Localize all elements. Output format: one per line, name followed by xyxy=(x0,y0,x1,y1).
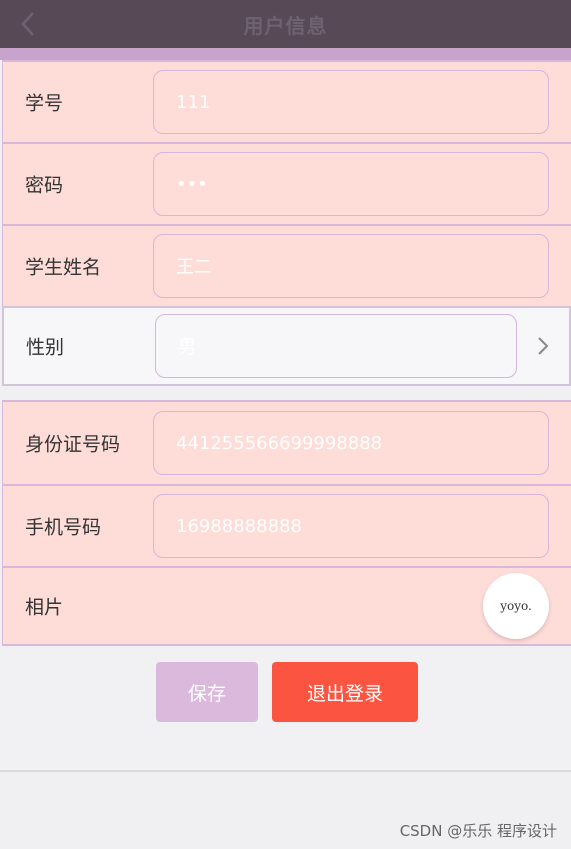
accent-bar xyxy=(0,48,571,60)
student-id-label: 学号 xyxy=(25,92,64,115)
row-photo: 相片 yoyo. xyxy=(2,566,571,646)
row-password: 密码 ••• xyxy=(2,142,571,224)
password-label: 密码 xyxy=(25,174,64,197)
watermark: CSDN @乐乐 程序设计 xyxy=(399,822,557,840)
password-input[interactable]: ••• xyxy=(153,152,549,216)
top-bar: 用户信息 xyxy=(0,0,571,48)
save-button[interactable]: 保存 xyxy=(156,662,258,722)
row-gender[interactable]: 性别 男 xyxy=(2,306,571,386)
id-number-label: 身份证号码 xyxy=(25,433,121,456)
row-student-id: 学号 111 xyxy=(2,60,571,142)
phone-label: 手机号码 xyxy=(25,516,102,539)
gender-select[interactable]: 男 xyxy=(155,314,517,378)
avatar[interactable]: yoyo. xyxy=(483,573,549,639)
photo-label: 相片 xyxy=(25,596,64,619)
phone-input[interactable]: 16988888888 xyxy=(153,494,549,558)
student-name-input[interactable]: 王二 xyxy=(153,234,549,298)
gender-label: 性别 xyxy=(26,336,65,359)
row-student-name: 学生姓名 王二 xyxy=(2,224,571,306)
action-bar: 保存 退出登录 xyxy=(0,648,571,770)
id-number-input[interactable]: 441255566699998888 xyxy=(153,411,549,475)
logout-button[interactable]: 退出登录 xyxy=(272,662,418,722)
page-title: 用户信息 xyxy=(243,13,328,38)
row-phone: 手机号码 16988888888 xyxy=(2,484,571,566)
back-button[interactable] xyxy=(14,10,42,38)
student-id-input[interactable]: 111 xyxy=(153,70,549,134)
chevron-left-icon xyxy=(21,12,34,36)
row-id-number: 身份证号码 441255566699998888 xyxy=(2,400,571,484)
chevron-right-icon xyxy=(538,337,549,355)
student-name-label: 学生姓名 xyxy=(25,256,102,279)
divider xyxy=(0,770,571,772)
